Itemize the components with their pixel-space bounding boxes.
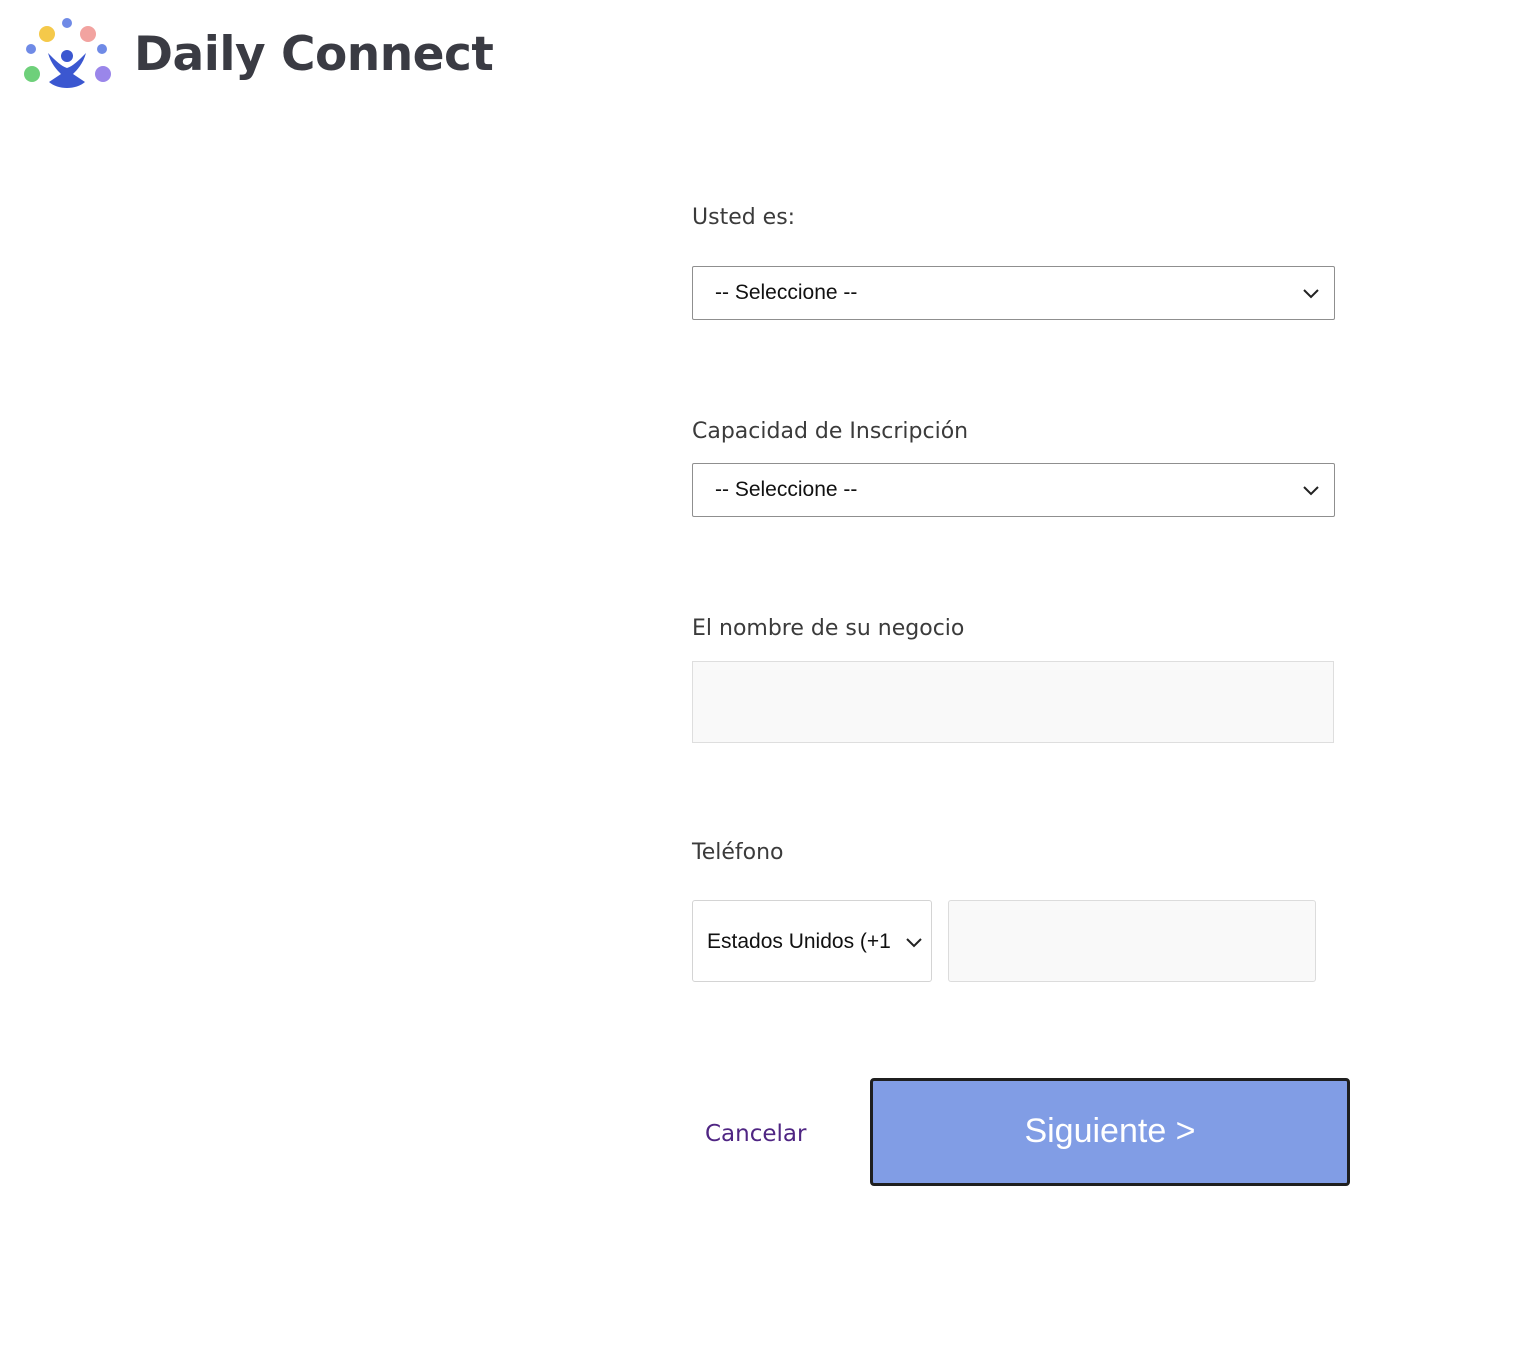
capacity-select[interactable]: -- Seleccione --: [692, 463, 1335, 517]
role-select-value: -- Seleccione --: [715, 281, 858, 304]
business-name-label: El nombre de su negocio: [692, 616, 965, 641]
chevron-down-icon: [906, 938, 922, 948]
capacity-label: Capacidad de Inscripción: [692, 419, 969, 444]
app-logo[interactable]: Daily Connect: [20, 16, 494, 92]
phone-label: Teléfono: [692, 840, 784, 865]
chevron-down-icon: [1303, 486, 1319, 496]
business-name-input[interactable]: [692, 661, 1334, 743]
people-circle-logo-icon: [24, 18, 111, 88]
country-code-value: Estados Unidos (+1: [707, 930, 891, 953]
role-label: Usted es:: [692, 205, 796, 230]
country-code-select[interactable]: Estados Unidos (+1: [692, 900, 932, 982]
phone-number-input[interactable]: [948, 900, 1316, 982]
logo-text: Daily Connect: [134, 26, 494, 82]
capacity-select-value: -- Seleccione --: [715, 478, 858, 501]
chevron-down-icon: [1303, 289, 1319, 299]
next-button[interactable]: Siguiente >: [870, 1078, 1350, 1186]
role-select[interactable]: -- Seleccione --: [692, 266, 1335, 320]
cancel-link[interactable]: Cancelar: [705, 1123, 806, 1146]
